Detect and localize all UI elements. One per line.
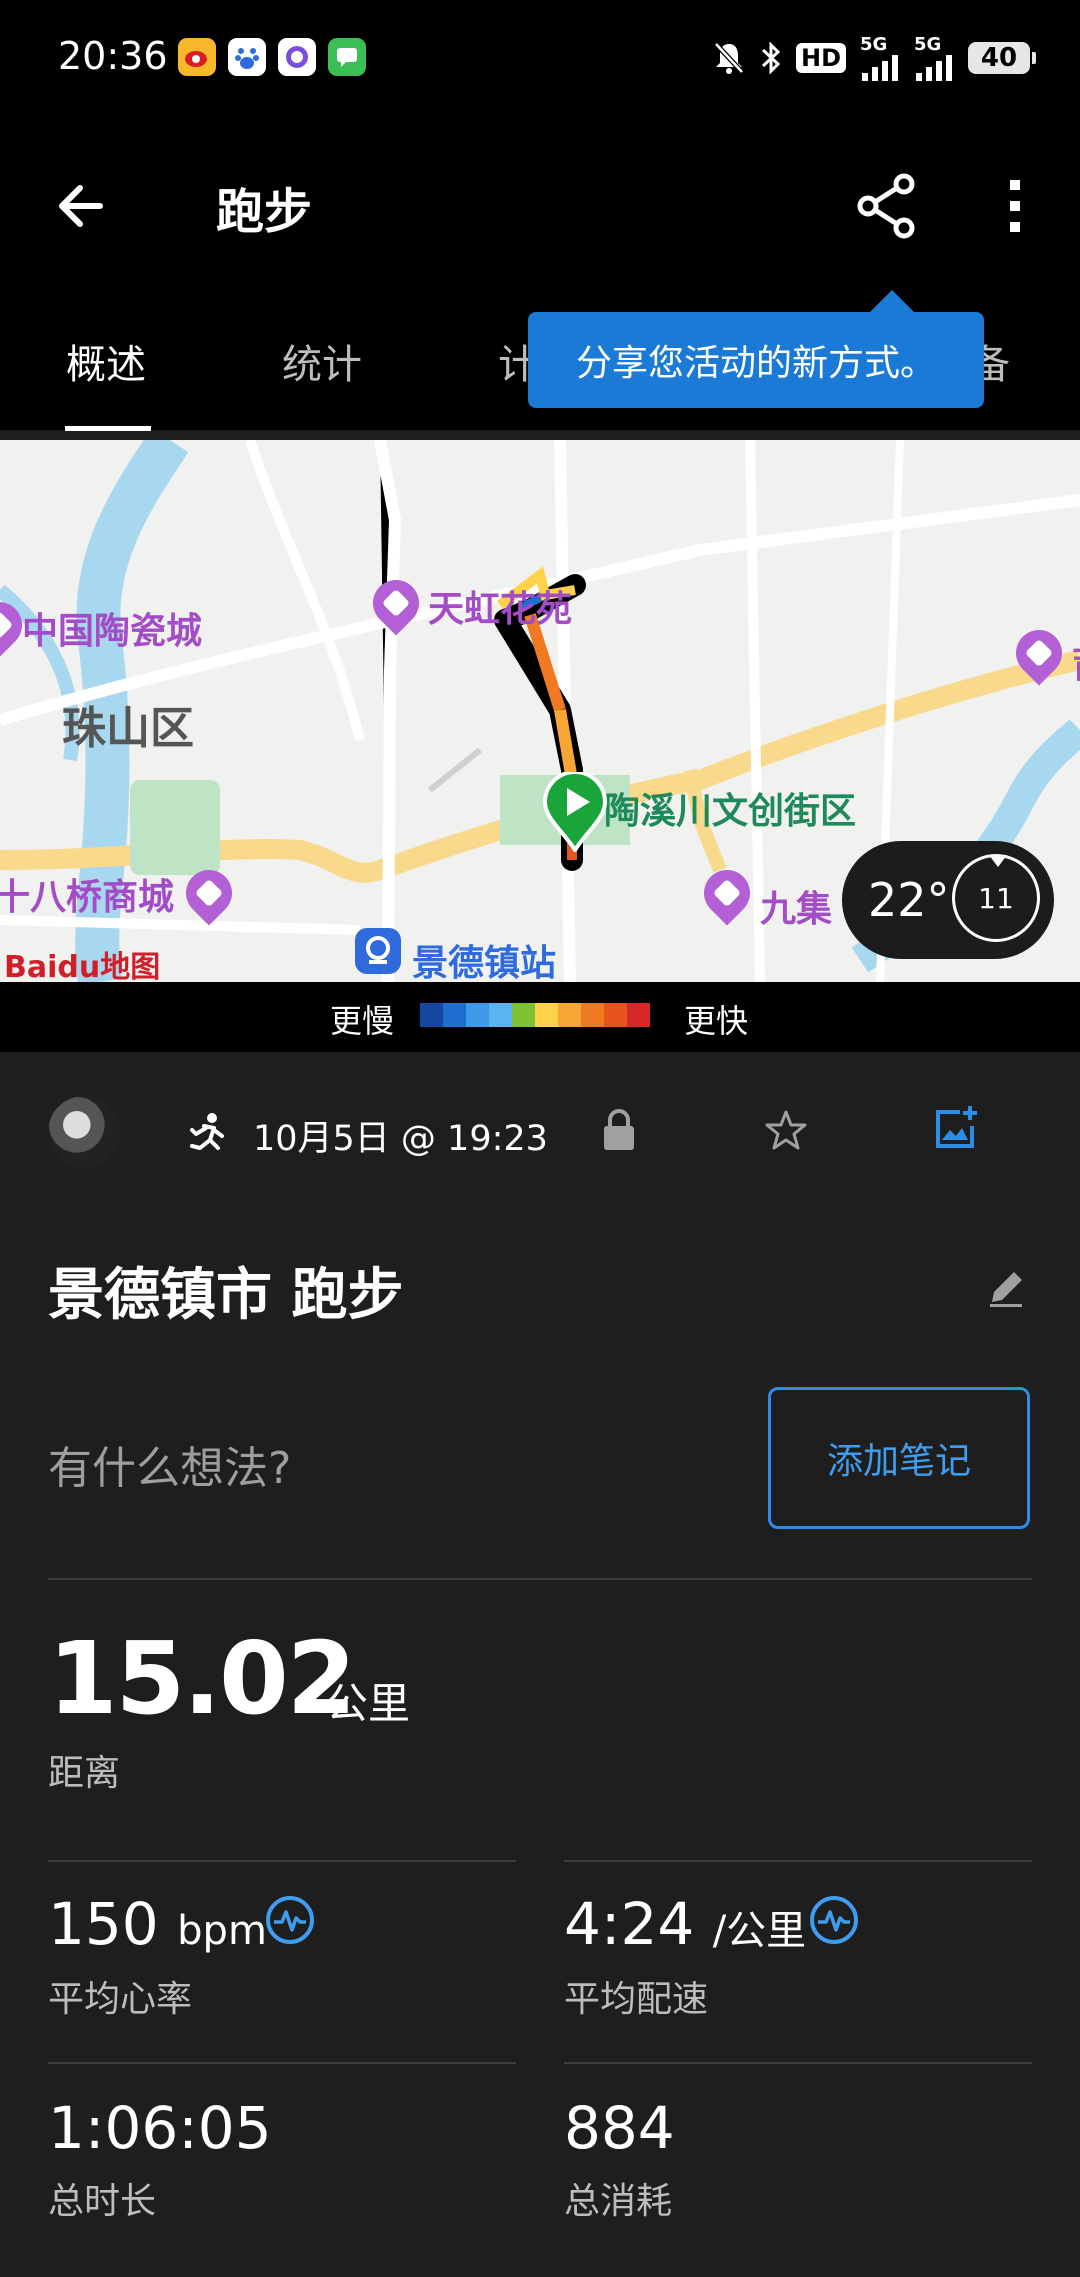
activity-date: 10月5日 @ 19:23	[253, 1119, 548, 1159]
map-label-zhongguo: 中国陶瓷城	[22, 611, 203, 652]
notification-icons	[178, 38, 366, 76]
share-tooltip[interactable]: 分享您活动的新方式。	[528, 290, 984, 408]
train-station-icon	[355, 928, 401, 974]
avg-pace-label: 平均配速	[564, 1979, 709, 2020]
distance-label: 距离	[48, 1753, 121, 1794]
map-label-jiuji: 九集	[760, 889, 833, 930]
pace-chart-icon[interactable]	[808, 1894, 860, 1946]
total-duration-label: 总时长	[48, 2181, 157, 2222]
app-bar: 跑步	[0, 120, 1080, 290]
total-duration-value: 1:06:05	[48, 2094, 272, 2162]
activity-title: 景德镇市 跑步	[48, 1263, 404, 1328]
wind-speed-icon: 11	[952, 854, 1040, 942]
distance-value: 15.02	[48, 1620, 356, 1737]
legend-color-swatch	[535, 1003, 558, 1027]
divider	[564, 2062, 1032, 2064]
map-label-taoxi: 陶溪川文创街区	[604, 791, 857, 832]
divider	[48, 2062, 516, 2064]
bluetooth-icon	[760, 40, 782, 76]
back-arrow-icon[interactable]	[48, 170, 120, 242]
avg-heart-rate-number: 150	[48, 1890, 159, 1958]
messages-icon	[328, 38, 366, 76]
signal-5g-icon: 5G	[860, 34, 900, 81]
map-label-station: 景德镇站	[412, 943, 557, 982]
legend-color-swatch	[489, 1003, 512, 1027]
avg-pace-value: 4:24 /公里	[564, 1890, 806, 1958]
route-map[interactable]: 天虹花苑 中国陶瓷城 珠山区 陶溪川文创街区 十八桥商城 九集 莆 景德镇站 B…	[0, 440, 1080, 982]
pace-legend: 更慢 更快	[0, 982, 1080, 1052]
legend-color-bar	[420, 1003, 650, 1027]
weather-badge[interactable]: 22° 11	[842, 841, 1054, 959]
more-vert-icon[interactable]	[984, 170, 1044, 242]
map-label-zhushan: 珠山区	[62, 703, 194, 754]
tab-overview[interactable]: 概述	[66, 332, 146, 390]
weather-temperature: 22°	[868, 873, 950, 927]
battery-level: 40	[980, 42, 1018, 73]
activity-meta-row: 10月5日 @ 19:23	[0, 1090, 1080, 1180]
legend-color-swatch	[581, 1003, 604, 1027]
map-label-tianhong: 天虹花苑	[428, 589, 573, 630]
weibo-icon	[178, 38, 216, 76]
hd-badge: HD	[795, 42, 846, 73]
battery-icon: 40	[968, 41, 1036, 74]
status-time: 20:36	[58, 34, 168, 78]
avg-pace-unit: /公里	[712, 1908, 807, 1954]
legend-faster-label: 更快	[684, 1002, 749, 1040]
divider	[564, 1860, 1032, 1862]
legend-slower-label: 更慢	[330, 1002, 395, 1040]
avatar[interactable]	[48, 1096, 120, 1168]
avg-heart-rate-value: 150 bpm	[48, 1890, 267, 1958]
network-type-label: 5G	[914, 34, 942, 55]
legend-color-swatch	[604, 1003, 627, 1027]
legend-color-swatch	[443, 1003, 466, 1027]
avg-heart-rate-label: 平均心率	[48, 1979, 193, 2020]
system-icons: HD 5G 5G 40	[712, 34, 1036, 81]
browser-icon	[278, 38, 316, 76]
legend-color-swatch	[466, 1003, 489, 1027]
lock-icon[interactable]	[600, 1108, 638, 1156]
map-label-edge-poi: 莆	[1072, 636, 1080, 688]
tab-stats[interactable]: 统计	[282, 332, 362, 390]
baidu-icon	[228, 38, 266, 76]
edit-pencil-icon[interactable]	[984, 1266, 1028, 1314]
total-calories-value: 884	[564, 2094, 675, 2162]
avg-heart-rate-unit: bpm	[177, 1908, 267, 1954]
status-bar: 20:36 HD 5G 5G 40	[0, 0, 1080, 120]
star-icon[interactable]	[764, 1108, 808, 1156]
total-calories-label: 总消耗	[564, 2181, 673, 2222]
distance-unit: 公里	[326, 1679, 411, 1728]
signal-5g-icon-2: 5G	[914, 34, 954, 81]
divider	[48, 1860, 516, 1862]
legend-color-swatch	[558, 1003, 581, 1027]
add-note-button[interactable]: 添加笔记	[768, 1387, 1030, 1529]
note-input[interactable]: 有什么想法?	[48, 1432, 291, 1496]
avg-pace-number: 4:24	[564, 1890, 695, 1958]
legend-color-swatch	[420, 1003, 443, 1027]
divider	[48, 1578, 1032, 1580]
map-label-shibaqiao: 十八桥商城	[0, 877, 175, 918]
baidu-map-logo: Baidu地图	[4, 950, 161, 982]
add-photo-icon[interactable]	[932, 1104, 980, 1156]
page-title: 跑步	[216, 184, 313, 240]
tab-active-indicator	[65, 426, 151, 431]
wind-speed-value: 11	[978, 881, 1014, 915]
start-marker-icon	[542, 772, 608, 852]
share-icon[interactable]	[852, 170, 924, 242]
network-type-label: 5G	[860, 34, 888, 55]
legend-color-swatch	[627, 1003, 650, 1027]
mute-bell-icon	[712, 40, 746, 76]
heart-rate-chart-icon[interactable]	[264, 1894, 316, 1946]
running-icon	[184, 1112, 228, 1160]
legend-color-swatch	[512, 1003, 535, 1027]
